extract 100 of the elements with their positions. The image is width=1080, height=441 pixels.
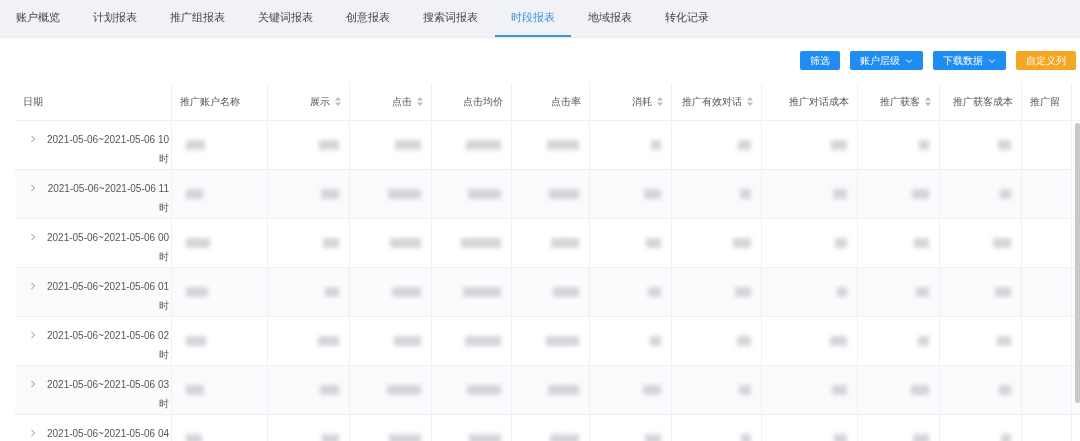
blurred-value <box>550 434 579 441</box>
blurred-value <box>997 336 1011 346</box>
blurred-value <box>740 189 751 199</box>
blurred-value <box>186 238 210 248</box>
blurred-value <box>325 287 339 297</box>
expand-chevron-icon[interactable] <box>29 380 37 388</box>
column-header: 推广获客 <box>880 94 920 109</box>
expand-chevron-icon[interactable] <box>29 233 37 241</box>
blurred-value <box>1000 189 1011 199</box>
blurred-value <box>912 189 929 199</box>
date-cell-text: 2021-05-06~2021-05-06 11 时 <box>46 182 169 215</box>
blurred-value <box>644 189 661 199</box>
column-header: 推广对话成本 <box>789 94 849 109</box>
blurred-value <box>835 238 847 248</box>
date-cell-text: 2021-05-06~2021-05-06 04 <box>45 427 169 441</box>
blurred-value <box>737 336 751 346</box>
expand-chevron-icon[interactable] <box>29 282 37 290</box>
blurred-value <box>390 238 421 248</box>
report-tab[interactable]: 推广组报表 <box>154 0 241 37</box>
blurred-value <box>831 140 847 150</box>
sort-icon[interactable] <box>925 97 931 106</box>
blurred-value <box>466 140 501 150</box>
blurred-value <box>995 287 1011 297</box>
blurred-value <box>553 287 579 297</box>
blurred-value <box>651 140 661 150</box>
blurred-value <box>551 238 579 248</box>
blurred-value <box>837 287 847 297</box>
date-cell-text: 2021-05-06~2021-05-06 03 时 <box>45 378 169 411</box>
column-header: 推广有效对话 <box>682 94 742 109</box>
blurred-value <box>998 140 1011 150</box>
date-cell-text: 2021-05-06~2021-05-06 00 时 <box>45 231 169 264</box>
blurred-value <box>467 385 501 395</box>
column-header: 消耗 <box>632 94 652 109</box>
blurred-value <box>733 238 751 248</box>
expand-chevron-icon[interactable] <box>29 429 37 437</box>
blurred-value <box>830 336 847 346</box>
blurred-value <box>918 336 929 346</box>
blurred-value <box>547 140 579 150</box>
blurred-value <box>321 189 339 199</box>
report-tab[interactable]: 创意报表 <box>330 0 406 37</box>
sort-icon[interactable] <box>747 97 753 106</box>
date-cell-text: 2021-05-06~2021-05-06 02 时 <box>45 329 169 362</box>
blurred-value <box>646 238 661 248</box>
caret-icon <box>988 56 996 65</box>
blurred-value <box>916 287 929 297</box>
column-header: 推广获客成本 <box>953 94 1013 109</box>
blurred-value <box>461 238 501 248</box>
report-tab[interactable]: 关键词报表 <box>242 0 329 37</box>
blurred-value <box>650 336 661 346</box>
blurred-value <box>913 434 929 441</box>
blurred-value <box>186 189 203 199</box>
blurred-value <box>999 385 1011 395</box>
column-header: 推广账户名称 <box>180 94 240 109</box>
expand-chevron-icon[interactable] <box>29 331 37 339</box>
blurred-value <box>643 385 661 395</box>
blurred-value <box>993 238 1011 248</box>
blurred-value <box>833 189 847 199</box>
blurred-value <box>389 434 421 441</box>
expand-chevron-icon[interactable] <box>29 184 37 192</box>
blurred-value <box>739 385 751 395</box>
blurred-value <box>395 140 421 150</box>
sort-icon[interactable] <box>335 97 341 106</box>
blurred-value <box>911 385 929 395</box>
column-header: 日期 <box>23 94 43 109</box>
blurred-value <box>735 287 751 297</box>
blurred-value <box>463 287 501 297</box>
scrollbar[interactable] <box>1075 123 1080 403</box>
blurred-value <box>645 434 661 441</box>
expand-chevron-icon[interactable] <box>29 135 37 143</box>
report-tab[interactable]: 账户概览 <box>0 0 76 37</box>
blurred-value <box>392 287 421 297</box>
blurred-value <box>465 336 501 346</box>
blurred-value <box>914 238 929 248</box>
blurred-value <box>469 434 501 441</box>
blurred-value <box>1001 434 1011 441</box>
caret-icon <box>905 56 913 65</box>
blurred-value <box>186 434 202 441</box>
sort-icon[interactable] <box>417 97 423 106</box>
blurred-value <box>394 336 421 346</box>
sort-icon[interactable] <box>657 97 663 106</box>
blurred-value <box>186 140 205 150</box>
column-header: 点击均价 <box>463 94 503 109</box>
blurred-value <box>834 434 847 441</box>
report-tab[interactable]: 计划报表 <box>77 0 153 37</box>
column-header: 点击 <box>392 94 412 109</box>
column-header: 推广留 <box>1030 94 1060 109</box>
date-cell-text: 2021-05-06~2021-05-06 10 时 <box>45 133 169 166</box>
report-tab[interactable]: 搜索词报表 <box>407 0 494 37</box>
blurred-value <box>832 385 847 395</box>
blurred-value <box>548 385 579 395</box>
blurred-value <box>388 189 421 199</box>
blurred-value <box>186 385 204 395</box>
blurred-value <box>919 140 929 150</box>
blurred-value <box>741 434 751 441</box>
blurred-value <box>186 287 208 297</box>
blurred-value <box>546 336 579 346</box>
report-tab[interactable]: 地域报表 <box>572 0 648 37</box>
report-tab[interactable]: 转化记录 <box>649 0 725 37</box>
blurred-value <box>323 238 339 248</box>
blurred-value <box>387 385 421 395</box>
